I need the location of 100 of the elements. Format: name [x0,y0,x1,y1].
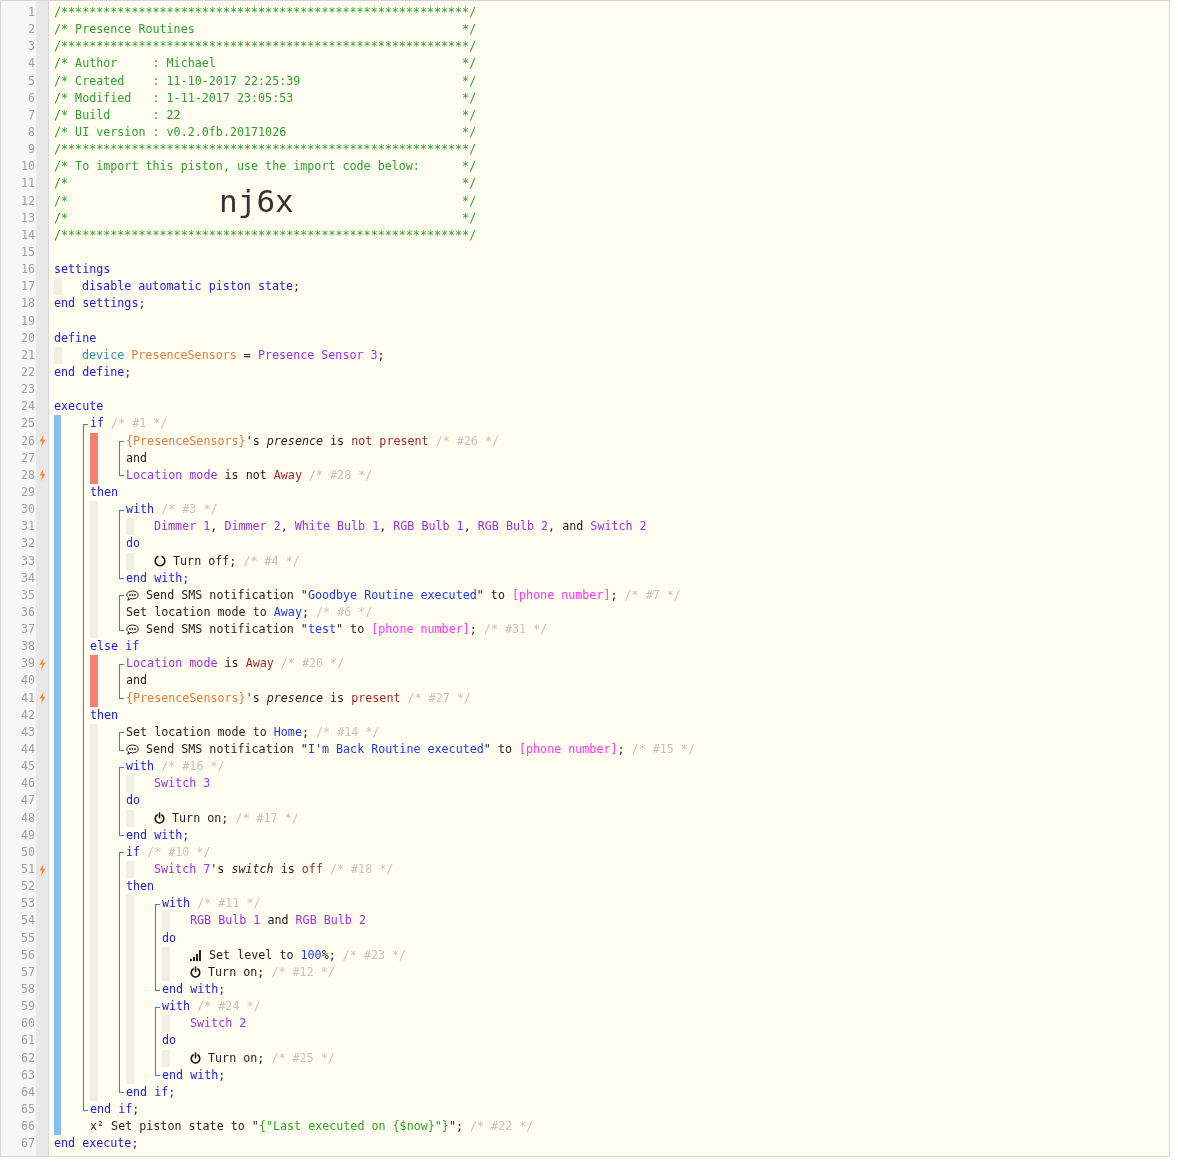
line-number: 44 [19,741,36,759]
keyword: end define; [54,363,132,381]
header-comment: /* Presence Routines [54,21,195,39]
device-name: Dimmer 1 [154,518,211,536]
device-name: RGB Bulb 1 [190,912,261,930]
line-number: 6 [26,89,36,107]
line-number: 20 [19,329,36,347]
variable-name: {PresenceSensors} [126,689,246,707]
code-text: Turn on; [207,1049,265,1067]
code-text: x² Set piston state to " [90,1118,259,1136]
line-number: 66 [19,1118,36,1136]
code-text: %; [321,946,336,964]
header-comment: /* To import this piston, use the import code below: [54,158,420,176]
line-number: 32 [19,535,36,553]
line-number: 54 [19,912,36,930]
code-text: " to [483,741,513,759]
keyword: end with; [126,826,190,844]
line-number: 27 [19,449,36,467]
line-number: 40 [19,672,36,690]
code-comment: /* #25 */ [270,1049,335,1067]
code-comment: /* #3 */ [160,501,218,519]
header-comment: /* [54,192,69,210]
code-text: , and [548,518,585,536]
header-comment: */ [462,175,477,193]
line-number: 3 [26,38,36,56]
value-text: Away [273,466,302,484]
line-number: 9 [26,141,36,159]
code-comment: /* #1 */ [110,415,168,433]
line-number: 30 [19,501,36,519]
code-text: "; [448,1118,463,1136]
keyword: end settings; [54,295,146,313]
device-name: Switch 2 [590,518,647,536]
header-comment: */ [462,209,477,227]
code-comment: /* #22 */ [469,1118,534,1136]
line-number: 55 [19,929,36,947]
line-number: 21 [19,346,36,364]
line-number: 17 [19,278,36,296]
line-number: 60 [19,1015,36,1033]
constant-value: I'm Back Routine executed [307,741,484,759]
line-number: 28 [19,466,36,484]
code-comment: /* #26 */ [434,432,499,450]
code-comment: /* #15 */ [630,741,695,759]
code-text: 's [245,689,261,707]
line-number: 14 [19,226,36,244]
constant-value: Home [273,723,302,741]
power-icon [190,1052,201,1065]
value-text: not present [351,432,429,450]
header-comment: */ [462,21,477,39]
line-number: 41 [19,689,36,707]
header-comment: */ [462,192,477,210]
constant-value: Away [273,603,302,621]
header-comment: /* [54,209,69,227]
line-number: 5 [26,72,36,90]
code-comment: /* #6 */ [315,603,373,621]
code-text: " to [476,586,506,604]
line-number: 10 [19,158,36,176]
line-number: 11 [19,175,36,193]
keyword: settings [54,261,111,279]
header-comment: /**********************************************************/ [54,226,477,244]
keyword: with [126,758,155,776]
keyword: if [90,415,105,433]
variable-name: PresenceSensors [130,346,237,364]
line-number: 42 [19,706,36,724]
code-comment: /* #23 */ [341,946,407,964]
code-comment: /* #20 */ [279,655,345,673]
code-text: Set location mode to [126,603,268,621]
device-name: Dimmer 2 [224,518,281,536]
keyword: with [126,501,155,519]
line-number: 56 [19,946,36,964]
keyword: do [126,792,141,810]
code-text: 's [210,861,226,879]
code-comment: /* #12 */ [270,963,335,981]
device-name: Switch 3 [154,775,211,793]
header-comment: /**********************************************************/ [54,38,477,56]
keyword: end if; [126,1083,176,1101]
line-number: 49 [19,826,36,844]
line-number: 12 [19,192,36,210]
code-text: ; [293,278,301,296]
line-number: 16 [19,261,36,279]
keyword: else if [90,638,140,656]
code-text: Send SMS notification " [145,621,308,639]
code-text: is not [223,466,268,484]
parameter-name: [phone number] [519,741,618,759]
code-comment: /* #18 */ [328,861,394,879]
device-name: White Bulb 1 [294,518,380,536]
code-text: = [242,346,252,364]
parameter-name: [phone number] [371,621,470,639]
code-comment: /* #16 */ [160,758,225,776]
value-text: Away [245,655,274,673]
line-number: 36 [19,603,36,621]
code-text: Send SMS notification " [145,741,308,759]
code-text: , [280,518,289,536]
constant-value: test [307,621,337,639]
keyword: end with; [162,1066,226,1084]
attribute-name: presence [266,689,324,707]
header-comment: */ [462,89,477,107]
line-number: 18 [19,295,36,313]
code-text: 's [245,432,261,450]
keyword: do [162,929,177,947]
device-name: Presence Sensor 3 [257,346,378,364]
